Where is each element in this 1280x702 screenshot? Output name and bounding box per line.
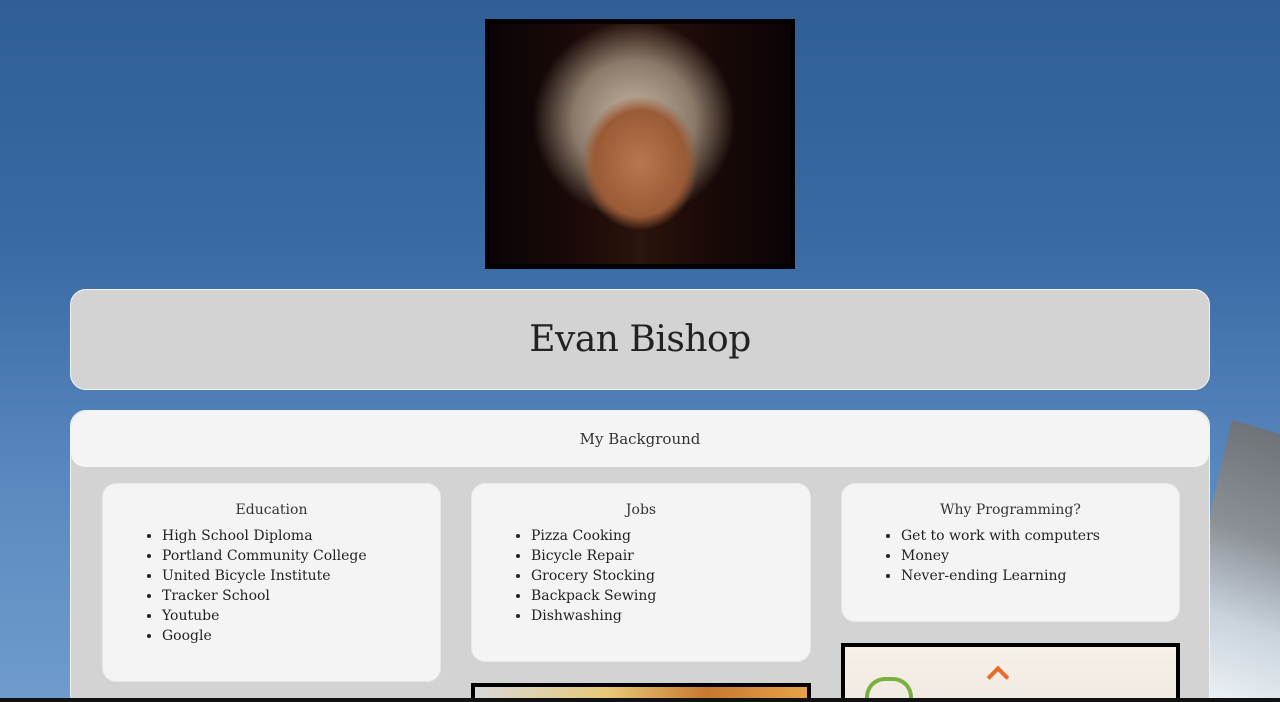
list-item: Never-ending Learning — [901, 566, 1179, 586]
background-section: My Background Education High School Dipl… — [70, 410, 1210, 702]
why-programming-image-content — [845, 647, 1176, 702]
list-item: High School Diploma — [162, 526, 440, 546]
list-item: Youtube — [162, 606, 440, 626]
page-title: Evan Bishop — [529, 319, 751, 360]
profile-photo — [485, 19, 795, 269]
education-list: High School Diploma Portland Community C… — [103, 526, 440, 646]
why-programming-list: Get to work with computers Money Never-e… — [842, 526, 1179, 586]
list-item: United Bicycle Institute — [162, 566, 440, 586]
list-item: Tracker School — [162, 586, 440, 606]
list-item: Money — [901, 546, 1179, 566]
why-programming-card: Why Programming? Get to work with comput… — [841, 483, 1180, 622]
jobs-title: Jobs — [625, 502, 657, 518]
list-item: Portland Community College — [162, 546, 440, 566]
list-item: Pizza Cooking — [531, 526, 810, 546]
education-card: Education High School Diploma Portland C… — [102, 483, 441, 682]
background-heading: My Background — [71, 411, 1209, 467]
list-item: Get to work with computers — [901, 526, 1179, 546]
jobs-card: Jobs Pizza Cooking Bicycle Repair Grocer… — [471, 483, 811, 662]
list-item: Backpack Sewing — [531, 586, 810, 606]
list-item: Dishwashing — [531, 606, 810, 626]
bottom-edge — [0, 698, 1280, 702]
list-item: Grocery Stocking — [531, 566, 810, 586]
background-mountain — [1200, 420, 1280, 702]
profile-photo-image — [490, 24, 790, 264]
list-item: Bicycle Repair — [531, 546, 810, 566]
list-item: Google — [162, 626, 440, 646]
education-title: Education — [235, 502, 308, 518]
name-card: Evan Bishop — [70, 289, 1210, 390]
why-programming-title: Why Programming? — [940, 502, 1081, 518]
jobs-list: Pizza Cooking Bicycle Repair Grocery Sto… — [472, 526, 810, 626]
why-programming-image — [841, 643, 1180, 702]
